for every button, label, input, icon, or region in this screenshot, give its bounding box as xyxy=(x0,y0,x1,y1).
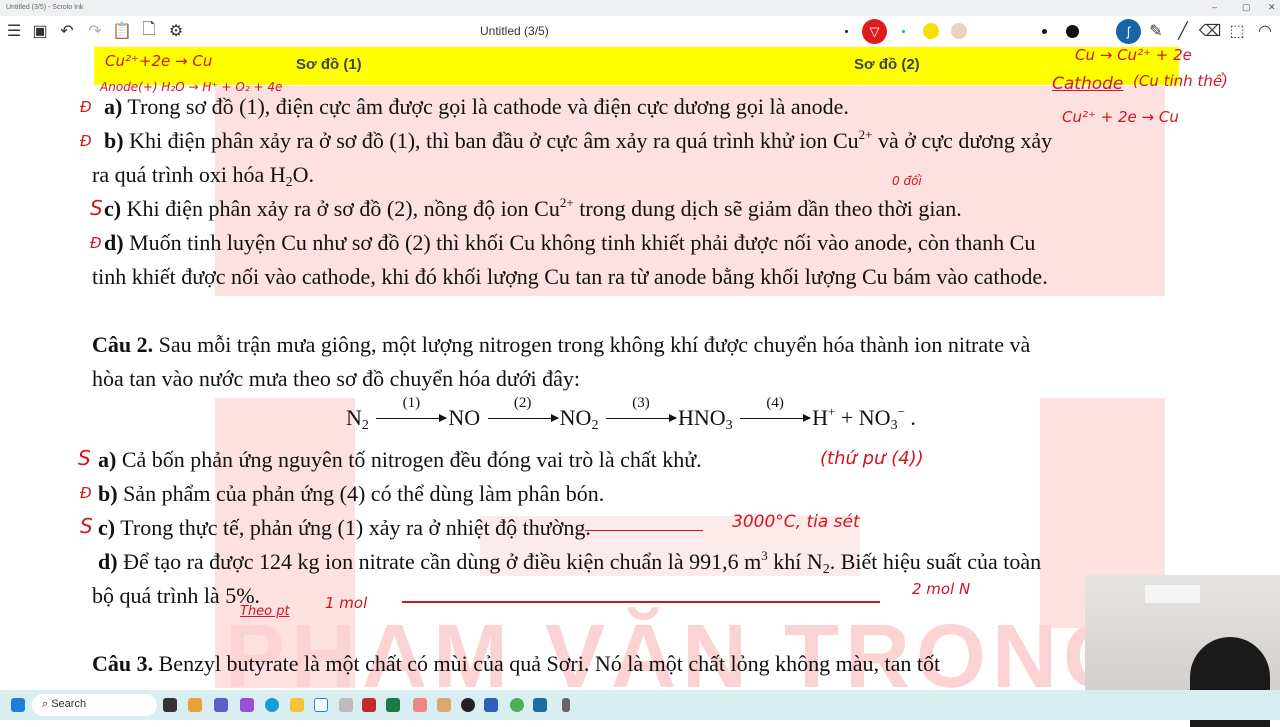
app-icon[interactable] xyxy=(437,698,451,712)
save-icon[interactable]: ▣ xyxy=(29,20,51,42)
q2-option-d-cont: bộ quá trình là 5%. xyxy=(92,583,261,608)
reaction-arrow-1: (1) xyxy=(376,395,448,425)
reaction-scheme: N2 (1) NO (2) NO2 (3) HNO3 (4) H+ + NO3− . xyxy=(346,395,916,433)
q2-option-a: a) Cả bốn phản ứng nguyên tố nitrogen đề… xyxy=(98,447,702,472)
ink-annotation: Anode(+) H₂O → H⁺ + O₂ + 4e xyxy=(100,80,283,94)
pen-size-large[interactable] xyxy=(1066,25,1079,38)
q2-option-b: b) Sản phẩm của phản ứng (4) có thể dùng… xyxy=(98,481,605,506)
ink-mark: Đ xyxy=(80,132,92,150)
new-page-icon[interactable]: 🗋 xyxy=(138,20,160,42)
pen-tool-icon[interactable]: ʃ xyxy=(1116,19,1141,44)
ink-annotation: Cathode xyxy=(1052,74,1124,94)
ink-arrow-line xyxy=(402,601,880,603)
reaction-arrow-4: (4) xyxy=(740,395,812,425)
teams-icon[interactable] xyxy=(214,698,228,712)
ink-mark: S xyxy=(90,196,103,220)
excel-icon[interactable] xyxy=(386,698,400,712)
q2-option-d: d) Để tạo ra được 124 kg ion nitrate cần… xyxy=(98,548,1042,577)
question-3: Câu 3. Benzyl butyrate là một chất có mù… xyxy=(92,651,941,676)
settings-sliders-icon[interactable]: ⚙ xyxy=(165,20,187,42)
q2-option-c: c) Trong thực tế, phản ứng (1) xảy ra ở … xyxy=(98,515,591,540)
title-bar: Untitled (3/5) - Scrolo Ink – ▢ ✕ xyxy=(0,0,1280,16)
maximize-button[interactable]: ▢ xyxy=(1242,2,1251,13)
ink-annotation: 0 đổi xyxy=(892,174,922,188)
ink-strikethrough xyxy=(585,530,703,531)
pdf-icon[interactable] xyxy=(362,698,376,712)
app-icon[interactable] xyxy=(339,698,353,712)
clipchamp-icon[interactable] xyxy=(240,698,254,712)
ink-annotation: 3000°C, tia sét xyxy=(732,512,860,532)
watermark-text: PHẠM VĂN TRỌNG xyxy=(225,607,1139,690)
app-icon[interactable] xyxy=(413,698,427,712)
ink-mark: S xyxy=(80,514,93,538)
ink-mark: S xyxy=(78,446,91,470)
document-title: Untitled (3/5) xyxy=(480,24,549,38)
ink-annotation: 2 mol N xyxy=(912,580,971,598)
word-icon[interactable] xyxy=(484,698,498,712)
selection-icon[interactable]: ⬚ xyxy=(1226,20,1248,42)
view-icon[interactable]: ◠ xyxy=(1254,20,1276,42)
copilot-icon[interactable] xyxy=(188,698,202,712)
q1-option-d-cont: tinh khiết được nối vào cathode, khi đó … xyxy=(92,264,1048,289)
clipboard-icon[interactable]: 📋 xyxy=(111,20,133,42)
ink-mark: Đ xyxy=(80,484,92,502)
diagram-1-label: Sơ đồ (1) xyxy=(296,56,362,73)
ink-mark: Đ xyxy=(80,98,92,116)
task-view-icon[interactable] xyxy=(163,698,177,712)
color-yellow-swatch[interactable] xyxy=(923,23,939,39)
zalo-icon[interactable] xyxy=(314,698,328,712)
question-2-cont: hòa tan vào nước mưa theo sơ đồ chuyển h… xyxy=(92,366,580,391)
diagram-2-label: Sơ đồ (2) xyxy=(854,56,920,73)
q1-option-d: d) Muốn tinh luyện Cu như sơ đồ (2) thì … xyxy=(104,230,1036,255)
reaction-arrow-2: (2) xyxy=(487,395,559,425)
close-button[interactable]: ✕ xyxy=(1268,2,1276,13)
edge-icon[interactable] xyxy=(265,698,279,712)
ink-annotation: Cu²⁺ + 2e → Cu xyxy=(1062,108,1179,126)
q1-option-b: b) Khi điện phân xảy ra ở sơ đồ (1), thì… xyxy=(104,127,1053,153)
q1-option-c: c) Khi điện phân xảy ra ở sơ đồ (2), nồn… xyxy=(104,195,962,221)
ink-annotation: (thứ pư (4)) xyxy=(820,448,924,469)
ink-annotation: Cu²⁺+2e → Cu xyxy=(105,52,213,70)
ink-annotation: Theo pt xyxy=(240,604,290,619)
window-title: Untitled (3/5) - Scrolo Ink xyxy=(6,4,84,11)
ink-annotation: 1 mol xyxy=(325,594,368,612)
ink-annotation: (Cu tinh thể) xyxy=(1133,72,1228,90)
pen-size-dot[interactable] xyxy=(845,30,848,33)
highlighter-red-icon[interactable]: ▽ xyxy=(862,19,887,44)
pen-size-small[interactable] xyxy=(1042,29,1047,34)
undo-icon[interactable]: ↶ xyxy=(56,20,78,42)
chrome-icon[interactable] xyxy=(510,698,524,712)
taskbar-search[interactable]: ⌕ Search xyxy=(32,694,157,716)
obs-icon[interactable] xyxy=(461,698,475,712)
file-explorer-icon[interactable] xyxy=(290,698,304,712)
line-tool-icon[interactable]: ╱ xyxy=(1172,20,1194,42)
taskbar: ⌕ Search xyxy=(0,690,1280,720)
eraser-icon[interactable]: ⌫ xyxy=(1199,20,1222,42)
q1-option-a: a) Trong sơ đồ (1), điện cực âm được gọi… xyxy=(104,94,849,119)
minimize-button[interactable]: – xyxy=(1212,2,1217,12)
color-peach-swatch[interactable] xyxy=(951,23,967,39)
air-conditioner xyxy=(1145,585,1200,603)
toolbar: ☰ ▣ ↶ ↷ 📋 🗋 ⚙ Untitled (3/5) ▽ ʃ ✎ ╱ ⌫ ⬚… xyxy=(0,16,1280,46)
reaction-arrow-3: (3) xyxy=(605,395,677,425)
ink-annotation: Cu → Cu²⁺ + 2e xyxy=(1075,46,1192,64)
q1-option-b-cont: ra quá trình oxi hóa H2O. xyxy=(92,162,315,190)
question-2: Câu 2. Sau mỗi trận mưa giông, một lượng… xyxy=(92,332,1031,357)
ruler-icon[interactable]: ✎ xyxy=(1145,20,1167,42)
color-teal-dot[interactable] xyxy=(902,30,905,33)
ink-mark: Đ xyxy=(90,234,102,252)
menu-icon[interactable]: ☰ xyxy=(3,20,25,42)
phone-link-icon[interactable] xyxy=(562,698,570,712)
redo-icon[interactable]: ↷ xyxy=(84,20,106,42)
windows-start-icon[interactable] xyxy=(11,698,25,712)
scrolo-ink-icon[interactable] xyxy=(533,698,547,712)
